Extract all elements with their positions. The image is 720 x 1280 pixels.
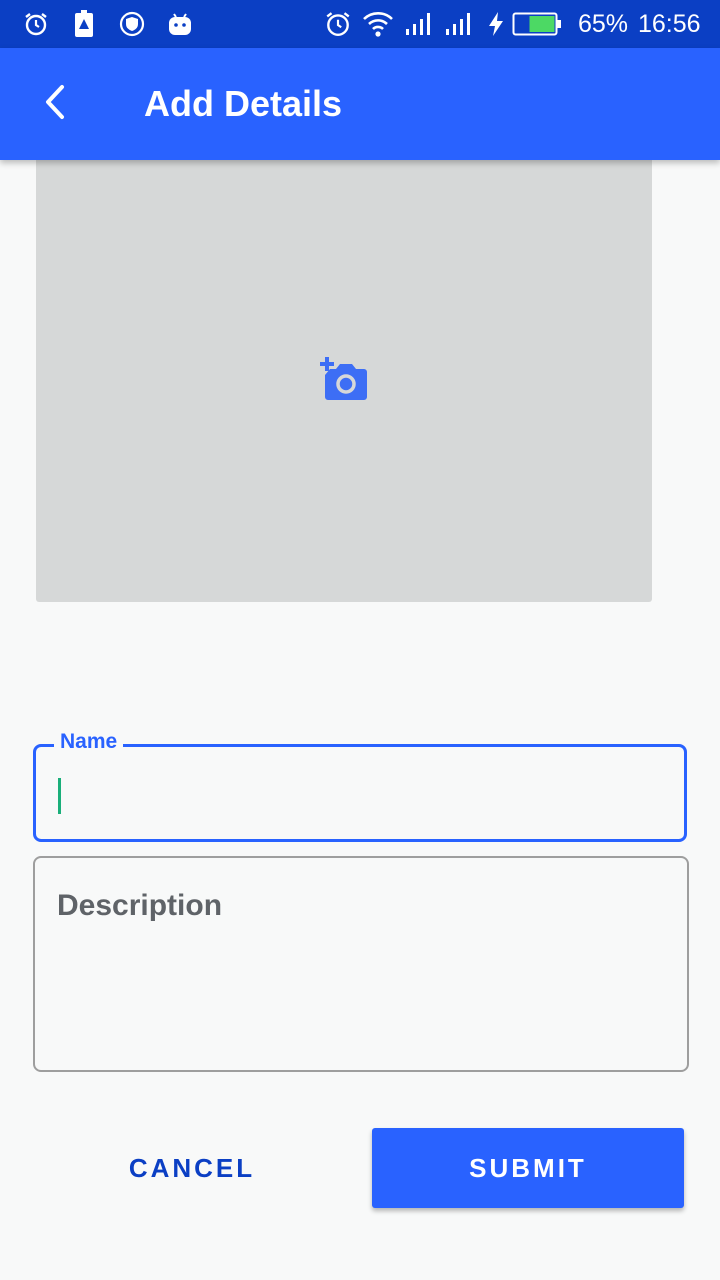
battery-level-fill (529, 16, 555, 32)
chevron-left-icon (42, 84, 70, 125)
status-bar: 65% 16:56 (0, 0, 720, 48)
image-placeholder[interactable] (36, 160, 652, 602)
android-icon (164, 8, 196, 40)
battery-icon (512, 8, 562, 40)
submit-button[interactable]: SUBMIT (372, 1128, 684, 1208)
description-field[interactable] (33, 856, 689, 1072)
add-photo-button[interactable] (316, 353, 372, 409)
signal-icon (402, 8, 434, 40)
back-button[interactable] (28, 76, 84, 132)
name-label: Name (54, 729, 124, 755)
shield-icon (116, 8, 148, 40)
name-input[interactable] (56, 773, 656, 817)
battery-percent: 65% (578, 10, 629, 38)
alarm-icon (322, 8, 354, 40)
description-input[interactable] (57, 886, 657, 1046)
app-bar: Add Details (0, 48, 720, 160)
charging-icon (480, 8, 512, 40)
clock: 16:56 (638, 10, 701, 38)
add-photo-icon (318, 355, 370, 408)
signal-icon (442, 8, 474, 40)
wifi-icon (362, 8, 394, 40)
page-title: Add Details (144, 83, 343, 124)
alarm-icon (20, 8, 52, 40)
battery-warning-icon (68, 8, 100, 40)
name-field[interactable]: Name (33, 729, 687, 842)
cancel-button[interactable]: CANCEL (36, 1128, 348, 1208)
